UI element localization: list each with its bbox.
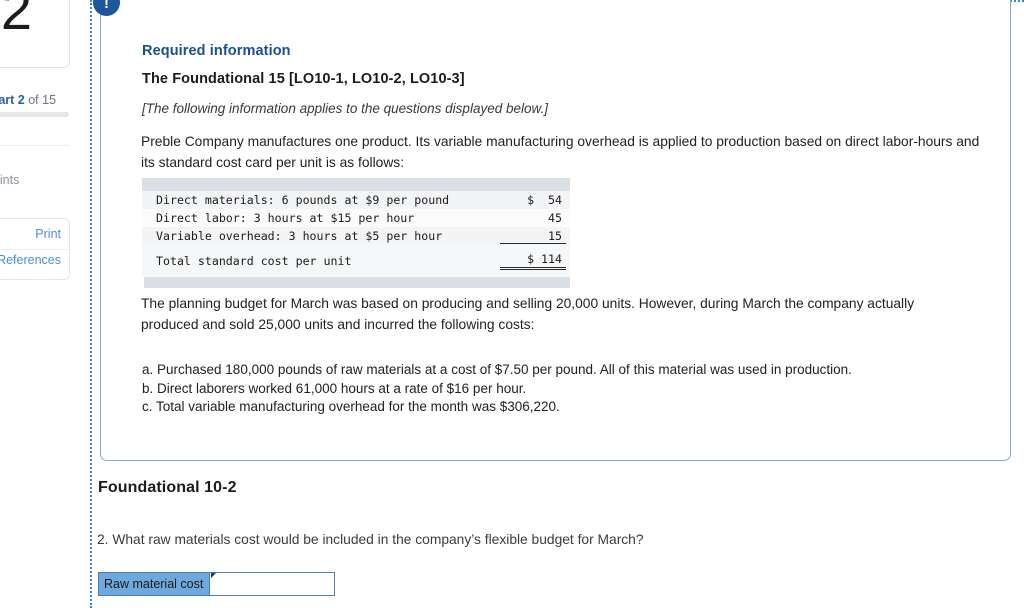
- table-cell-description: Direct materials: 6 pounds at $9 per pou…: [156, 193, 450, 207]
- intro-paragraph: Preble Company manufactures one product.…: [141, 134, 980, 170]
- section-heading: Foundational 10-2: [98, 479, 237, 496]
- standard-cost-card-table: Direct materials: 6 pounds at $9 per pou…: [142, 178, 570, 288]
- part-indicator: Part 2 of 15: [0, 93, 56, 107]
- table-row: Direct labor: 3 hours at $15 per hour 45: [142, 209, 570, 227]
- table-band-top: [142, 178, 570, 191]
- applies-note: [The following information applies to th…: [142, 101, 548, 116]
- progress-bar-track: [0, 112, 69, 117]
- budget-paragraph: The planning budget for March was based …: [141, 296, 915, 332]
- incurred-costs-list: a. Purchased 180,000 pounds of raw mater…: [142, 361, 982, 417]
- table-row: Variable overhead: 3 hours at $5 per hou…: [142, 227, 570, 245]
- table-band-bottom: [142, 277, 570, 288]
- table-cell-description: Direct labor: 3 hours at $15 per hour: [156, 211, 415, 225]
- table-total-description: Total standard cost per unit: [156, 254, 352, 268]
- required-information-card: Required information The Foundational 15…: [100, 0, 1011, 461]
- question-sidebar: 2 Part 2 of 15 points Print References: [0, 0, 80, 608]
- question-number-box: 2: [0, 0, 70, 68]
- cursor-caret-icon: [211, 573, 217, 578]
- answer-label: Raw material cost: [99, 573, 210, 595]
- table-row: Direct materials: 6 pounds at $9 per pou…: [142, 191, 570, 209]
- question-number: 2: [0, 0, 32, 41]
- list-item: a. Purchased 180,000 pounds of raw mater…: [142, 362, 852, 377]
- points-label: points: [0, 173, 20, 187]
- table-total-row: Total standard cost per unit $ 114: [142, 251, 570, 271]
- answer-row: Raw material cost: [98, 572, 335, 596]
- question-text: 2. What raw materials cost would be incl…: [97, 532, 644, 547]
- exclamation-glyph: !: [104, 0, 109, 12]
- sidebar-tools-box: Print References: [0, 218, 70, 280]
- references-button[interactable]: References: [0, 253, 61, 267]
- dotted-guide-vertical: [90, 0, 92, 608]
- part-total: of 15: [28, 93, 57, 107]
- required-information-label: Required information: [142, 43, 291, 59]
- table-cell-amount: 45: [548, 211, 562, 225]
- print-button[interactable]: Print: [35, 227, 61, 241]
- tools-divider: [0, 249, 68, 250]
- part-current: Part 2: [0, 93, 25, 107]
- answer-input-cell[interactable]: [209, 573, 334, 595]
- list-item: b. Direct laborers worked 61,000 hours a…: [142, 380, 527, 396]
- sidebar-divider: [0, 145, 70, 146]
- raw-material-cost-input[interactable]: [210, 573, 334, 595]
- table-cell-amount: $ 54: [527, 193, 562, 207]
- table-cell-description: Variable overhead: 3 hours at $5 per hou…: [156, 229, 443, 243]
- card-title: The Foundational 15 [LO10-1, LO10-2, LO1…: [142, 71, 465, 87]
- table-total-amount: $ 114: [500, 252, 566, 270]
- list-item: c. Total variable manufacturing overhead…: [142, 399, 560, 414]
- table-cell-amount: 15: [500, 229, 566, 244]
